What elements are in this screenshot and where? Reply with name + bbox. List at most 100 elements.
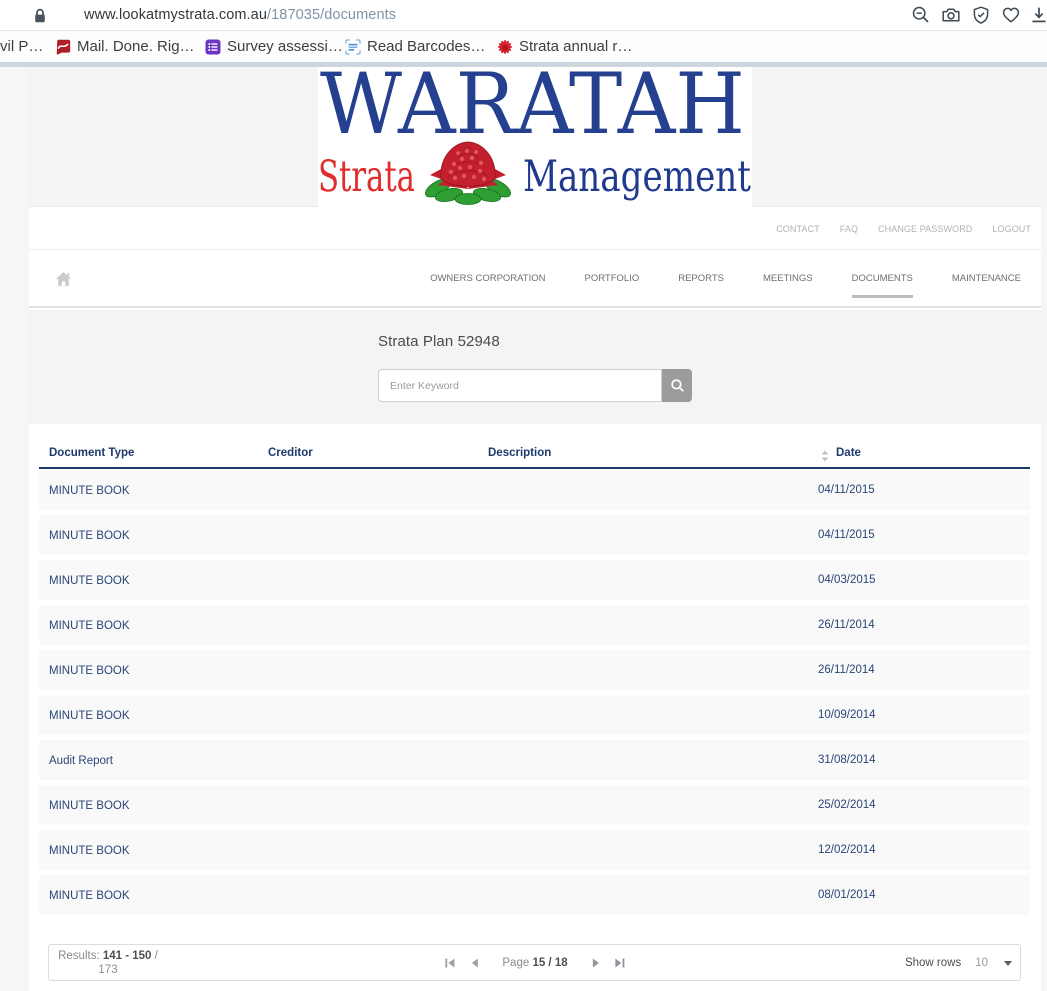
- document-list: MINUTE BOOK 04/11/2015 MINUTE BOOK 04/11…: [39, 470, 1030, 920]
- bookmark-label: vil P…: [0, 38, 43, 55]
- table-row[interactable]: MINUTE BOOK 26/11/2014: [39, 605, 1030, 645]
- address-url[interactable]: www.lookatmystrata.com.au/187035/documen…: [84, 0, 396, 30]
- page-title: Strata Plan 52948: [378, 333, 500, 350]
- utility-nav-logout[interactable]: LOGOUT: [992, 224, 1031, 234]
- results-label: Results:: [58, 950, 100, 962]
- cell-date: 12/02/2014: [818, 830, 876, 870]
- cell-document-type: MINUTE BOOK: [49, 800, 130, 812]
- cell-document-type: MINUTE BOOK: [49, 530, 130, 542]
- page-indicator: Page 15 / 18: [502, 957, 567, 969]
- previous-page-button[interactable]: [470, 958, 478, 968]
- shield-check-icon[interactable]: [971, 5, 991, 25]
- show-rows-control[interactable]: Show rows 10: [905, 945, 1012, 980]
- page-value: 15 / 18: [532, 957, 567, 969]
- table-row[interactable]: Audit Report 31/08/2014: [39, 740, 1030, 780]
- cell-date: 04/11/2015: [818, 515, 875, 555]
- logo-management-text: Management: [523, 152, 751, 202]
- bookmark-item[interactable]: vil P…: [0, 31, 43, 62]
- waratah-flower-icon: [497, 39, 513, 55]
- sort-icon[interactable]: [821, 449, 829, 467]
- bookmark-item[interactable]: Strata annual r…: [497, 31, 632, 62]
- cell-document-type: MINUTE BOOK: [49, 665, 130, 677]
- cell-document-type: MINUTE BOOK: [49, 485, 130, 497]
- nav-meetings[interactable]: MEETINGS: [763, 273, 813, 284]
- waratah-logo[interactable]: WARATAH Strata Management: [318, 67, 752, 207]
- pager-controls: Page 15 / 18: [444, 945, 624, 980]
- bookmark-item[interactable]: Survey assessi…: [205, 31, 343, 62]
- utility-nav-change-password[interactable]: CHANGE PASSWORD: [878, 224, 972, 234]
- nav-documents[interactable]: DOCUMENTS: [852, 273, 913, 284]
- show-rows-value: 10: [975, 957, 988, 969]
- zoho-mail-icon: [55, 39, 71, 55]
- utility-nav-contact[interactable]: CONTACT: [776, 224, 820, 234]
- survey-list-icon: [205, 39, 221, 55]
- table-row[interactable]: MINUTE BOOK 12/02/2014: [39, 830, 1030, 870]
- column-header-description[interactable]: Description: [488, 447, 551, 459]
- cell-date: 08/01/2014: [818, 875, 876, 915]
- lock-icon[interactable]: [31, 7, 49, 30]
- table-row[interactable]: MINUTE BOOK 04/11/2015: [39, 470, 1030, 510]
- column-header-document-type[interactable]: Document Type: [49, 447, 134, 459]
- nav-reports[interactable]: REPORTS: [678, 273, 724, 284]
- zoom-out-icon[interactable]: [911, 5, 931, 25]
- cell-document-type: MINUTE BOOK: [49, 575, 130, 587]
- search-input[interactable]: [378, 369, 662, 402]
- logo-title-text: WARATAH: [320, 67, 745, 153]
- page-label: Page: [502, 957, 529, 969]
- table-row[interactable]: MINUTE BOOK 10/09/2014: [39, 695, 1030, 735]
- table-row[interactable]: MINUTE BOOK 04/03/2015: [39, 560, 1030, 600]
- cell-date: 04/03/2015: [818, 560, 876, 600]
- cell-date: 04/11/2015: [818, 470, 875, 510]
- pagination-bar: Results: 141 - 150 / 173 Page 15 / 18: [48, 944, 1021, 981]
- cell-document-type: MINUTE BOOK: [49, 710, 130, 722]
- bookmark-label: Mail. Done. Rig…: [77, 38, 195, 55]
- next-page-button[interactable]: [592, 958, 600, 968]
- download-icon[interactable]: [1029, 5, 1047, 25]
- column-header-date[interactable]: Date: [836, 447, 861, 459]
- results-range: 141 - 150: [103, 950, 152, 962]
- main-nav-items: OWNERS CORPORATION PORTFOLIO REPORTS MEE…: [391, 273, 1041, 284]
- dropdown-caret-icon[interactable]: [1004, 961, 1012, 966]
- utility-nav-faq[interactable]: FAQ: [840, 224, 858, 234]
- screenshot-camera-icon[interactable]: [941, 5, 961, 25]
- results-summary: Results: 141 - 150 / 173: [52, 949, 164, 977]
- results-total: 173: [98, 964, 117, 976]
- cell-date: 31/08/2014: [818, 740, 876, 780]
- heart-icon[interactable]: [1001, 5, 1021, 25]
- results-separator: /: [155, 950, 158, 962]
- bookmarks-bar: vil P… Mail. Done. Rig… Survey assessi…: [0, 31, 1047, 62]
- nav-maintenance[interactable]: MAINTENANCE: [952, 273, 1021, 284]
- cell-date: 26/11/2014: [818, 605, 875, 645]
- table-row[interactable]: MINUTE BOOK 08/01/2014: [39, 875, 1030, 915]
- home-icon[interactable]: [55, 271, 72, 287]
- cell-document-type: Audit Report: [49, 755, 113, 767]
- table-header: Document Type Creditor Description Date: [29, 447, 1041, 463]
- show-rows-label: Show rows: [905, 957, 961, 969]
- cell-document-type: MINUTE BOOK: [49, 845, 130, 857]
- cell-date: 26/11/2014: [818, 650, 875, 690]
- nav-owners-corporation[interactable]: OWNERS CORPORATION: [430, 273, 545, 284]
- table-row[interactable]: MINUTE BOOK 25/02/2014: [39, 785, 1030, 825]
- main-nav: OWNERS CORPORATION PORTFOLIO REPORTS MEE…: [29, 251, 1041, 308]
- table-header-rule: [39, 467, 1030, 469]
- cell-date: 10/09/2014: [818, 695, 876, 735]
- url-host: www.lookatmystrata.com.au: [84, 7, 267, 23]
- first-page-button[interactable]: [444, 958, 455, 968]
- site-container: WARATAH Strata Management: [29, 67, 1041, 991]
- utility-nav: CONTACT FAQ CHANGE PASSWORD LOGOUT: [29, 208, 1041, 250]
- site-header: WARATAH Strata Management: [29, 67, 1041, 207]
- nav-portfolio[interactable]: PORTFOLIO: [584, 273, 639, 284]
- bookmark-item[interactable]: Mail. Done. Rig…: [55, 31, 195, 62]
- column-header-creditor[interactable]: Creditor: [268, 447, 313, 459]
- bookmark-label: Read Barcodes…: [367, 38, 485, 55]
- last-page-button[interactable]: [614, 958, 625, 968]
- logo-strata-text: Strata: [318, 152, 415, 202]
- bookmark-item[interactable]: Read Barcodes…: [345, 31, 485, 62]
- search-button[interactable]: [662, 369, 692, 402]
- search-section: Strata Plan 52948: [29, 310, 1041, 424]
- table-row[interactable]: MINUTE BOOK 26/11/2014: [39, 650, 1030, 690]
- table-row[interactable]: MINUTE BOOK 04/11/2015: [39, 515, 1030, 555]
- cell-document-type: MINUTE BOOK: [49, 620, 130, 632]
- browser-url-bar: www.lookatmystrata.com.au/187035/documen…: [0, 0, 1047, 31]
- cell-document-type: MINUTE BOOK: [49, 890, 130, 902]
